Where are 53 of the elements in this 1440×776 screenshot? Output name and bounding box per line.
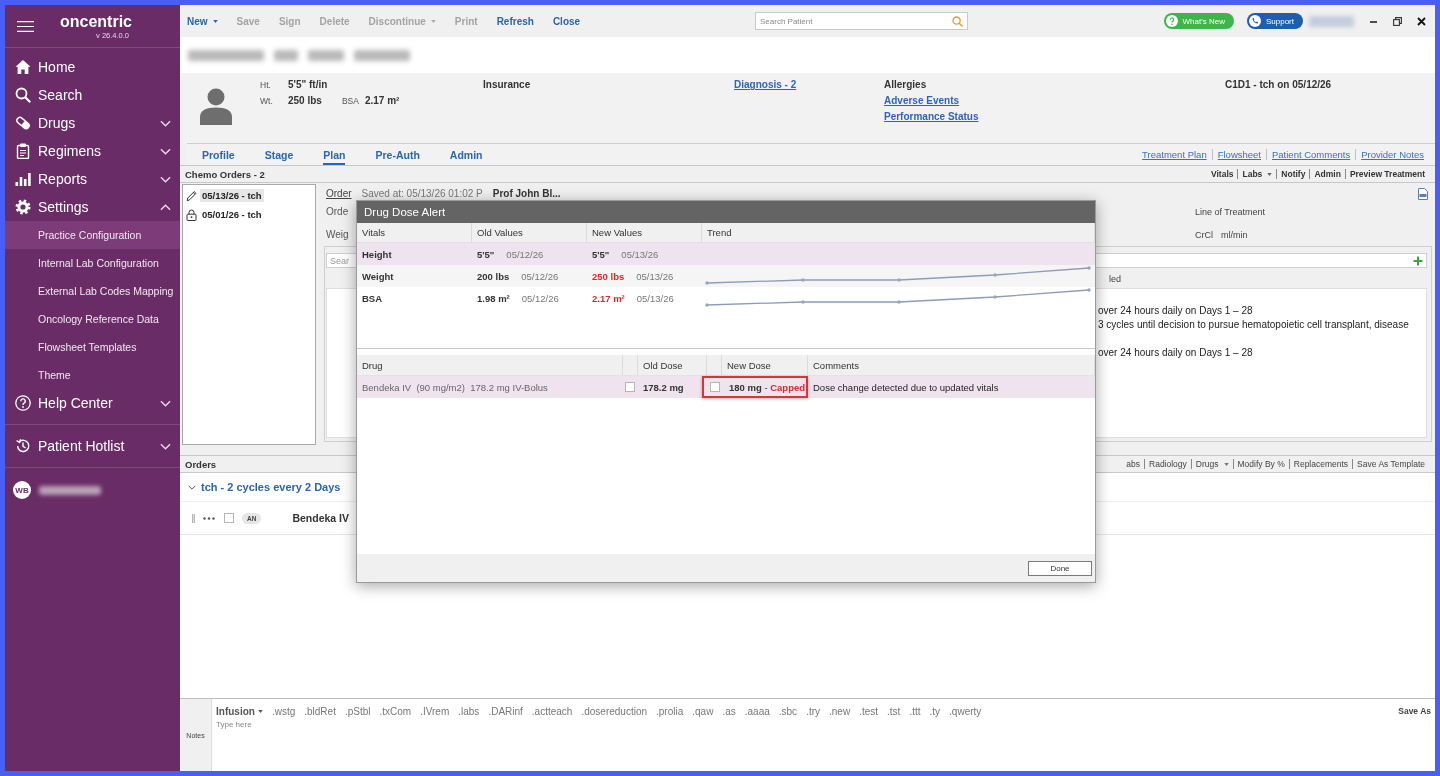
column-header: Old Dose <box>638 355 707 375</box>
old-value: 1.98 m² <box>477 292 510 304</box>
old-value: 200 lbs <box>477 270 510 282</box>
field-label: Line of Treatment <box>1195 206 1266 217</box>
comment-text: Dose change detected due to updated vitals <box>813 381 999 393</box>
column-header: Old Values <box>472 223 587 242</box>
notes-line: over 24 hours daily on Days 1 – 28 <box>1098 304 1254 318</box>
vital-name: BSA <box>362 292 383 304</box>
section-title: Chemo Orders - 2 <box>185 168 265 180</box>
bsa-value: 2.17 m² <box>364 95 400 106</box>
field-label: Weig <box>326 229 349 240</box>
column-header: Comments <box>808 355 1095 375</box>
old-value: 5'5" <box>477 248 495 260</box>
new-date: 05/13/26 <box>636 270 674 282</box>
new-value: 250 lbs <box>592 270 625 282</box>
field-label: Orde <box>326 206 349 217</box>
cycle-label: C1D1 - tch on 05/12/26 <box>1225 79 1332 90</box>
old-date: 05/12/26 <box>521 270 559 282</box>
old-dose: 178.2 mg <box>643 381 684 393</box>
column-header: Trend <box>702 223 1095 242</box>
field-label: Insurance <box>483 79 531 90</box>
field-label: Ht. <box>260 80 272 90</box>
drug-description: Bendeka IV (90 mg/m2) 178.2 mg IV-Bolus <box>362 381 548 393</box>
field-label: Allergies <box>884 79 927 90</box>
section-title: Orders <box>185 458 217 470</box>
new-dose-text: 180 mg - Capped <box>729 381 806 393</box>
field-label: BSA <box>341 96 359 106</box>
column-header: Vitals <box>357 223 472 242</box>
weight-value: 250 lbs <box>288 95 322 106</box>
column-header: New Dose <box>722 355 808 375</box>
field-label: Wt. <box>260 96 274 106</box>
drug-name: Bendeka IV <box>292 512 349 524</box>
new-value: 5'5" <box>592 248 610 260</box>
saved-timestamp: Saved at: 05/13/26 01:02 P <box>361 188 483 199</box>
field-label: CrCl <box>1195 229 1213 240</box>
vital-name: Weight <box>362 270 394 282</box>
new-value: 2.17 m² <box>592 292 625 304</box>
height-value: 5'5" ft/in <box>288 79 328 90</box>
notes-line: over 24 hours daily on Days 1 – 28 <box>1098 346 1254 360</box>
new-date: 05/13/26 <box>621 248 659 260</box>
column-header: Drug <box>357 355 623 375</box>
column-label: led <box>1109 273 1121 284</box>
old-date: 05/12/26 <box>521 292 559 304</box>
new-date: 05/13/26 <box>636 292 674 304</box>
column-header: New Values <box>587 223 702 242</box>
dialog-title: Drug Dose Alert <box>357 201 1095 223</box>
provider-name: Prof John Bl... <box>492 188 561 199</box>
vital-name: Height <box>362 248 392 260</box>
app-logo: oncentric <box>60 12 132 31</box>
old-date: 05/12/26 <box>506 248 544 260</box>
notes-line: 3 cycles until decision to pursue hematopoietic cell transplant, disease <box>1098 318 1410 332</box>
unit-label: ml/min <box>1221 229 1248 240</box>
field-label: Order <box>326 188 352 199</box>
